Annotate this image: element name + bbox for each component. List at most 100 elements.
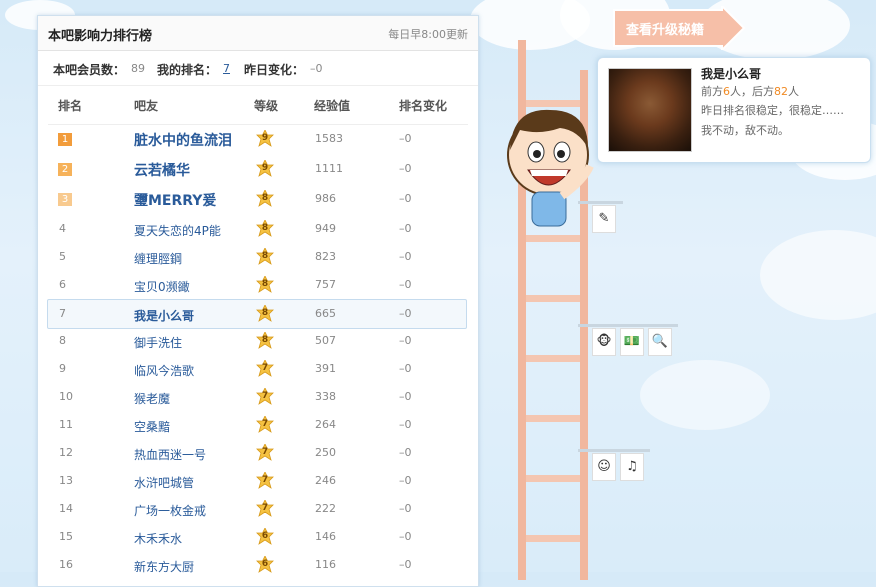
member-name-link[interactable]: 空桑黯	[134, 418, 170, 435]
table-row: 15 木禾禾水 6 146 –0	[48, 523, 466, 551]
xp-value: 507	[315, 334, 336, 347]
smiley-icon[interactable]: ☺	[592, 453, 616, 481]
member-name-link[interactable]: 缠理脛鋼	[134, 250, 182, 267]
user-avatar[interactable]	[608, 68, 692, 152]
brush-icon[interactable]: ✎	[592, 205, 616, 233]
shelf	[578, 324, 678, 327]
table-row: 13 水浒吧城管 7 246 –0	[48, 467, 466, 495]
member-name-link[interactable]: 广场一枚金戒	[134, 502, 206, 519]
member-name-link[interactable]: 水浒吧城管	[134, 474, 194, 491]
table-row: 10 猴老魔 7 338 –0	[48, 383, 466, 411]
member-name-link[interactable]: 瓕MERRY爰	[134, 190, 216, 210]
rank-change: –0	[399, 132, 412, 145]
table-row: 12 热血西迷一号 7 250 –0	[48, 439, 466, 467]
rank-status-line: 昨日排名很稳定，很稳定……	[701, 104, 844, 117]
member-name-link[interactable]: 脏水中的鱼流泪	[134, 130, 232, 150]
level-badge: 8	[256, 220, 274, 238]
member-name-link[interactable]: 云若橘华	[134, 160, 190, 180]
member-name-link[interactable]: 热血西迷一号	[134, 446, 206, 463]
rank-number: 15	[59, 530, 73, 543]
xp-value: 246	[315, 474, 336, 487]
table-header: 排名 吧友 等级 经验值 排名变化	[48, 86, 468, 125]
rank-number: 6	[59, 278, 66, 291]
table-row: 5 缠理脛鋼 8 823 –0	[48, 243, 466, 271]
magnifier-icon[interactable]: 🔍	[648, 328, 672, 356]
profile-username[interactable]: 我是小么哥	[701, 65, 761, 82]
member-name-link[interactable]: 夏天失恋的4P能	[134, 222, 221, 239]
money-icon[interactable]: 💵	[620, 328, 644, 356]
member-name-link[interactable]: 猴老魔	[134, 390, 170, 407]
level-badge: 7	[256, 444, 274, 462]
rank-badge: 1	[58, 133, 72, 146]
rank-change: –0	[399, 530, 412, 543]
level-number: 7	[261, 503, 269, 513]
level-badge: 7	[256, 360, 274, 378]
level-number: 9	[261, 163, 269, 173]
rank-change: –0	[399, 390, 412, 403]
rank-motto-line: 我不动，敌不动。	[701, 124, 789, 137]
col-rank: 排名	[58, 99, 83, 113]
my-rank-link[interactable]: 7	[223, 62, 230, 75]
people-unit: 人	[730, 85, 741, 98]
my-rank-label: 我的排名：	[157, 63, 218, 77]
rank-change: –0	[399, 250, 412, 263]
table-row: 16 新东方大厨 6 116 –0	[48, 551, 466, 579]
level-badge: 8	[256, 305, 274, 323]
table-row: 8 御手洗住 8 507 –0	[48, 327, 466, 355]
back-label: ，后方	[741, 85, 774, 98]
ranking-panel: 本吧影响力排行榜 每日早8:00更新 本吧会员数： 89 我的排名： 7 昨日变…	[37, 15, 479, 587]
stats-bar: 本吧会员数： 89 我的排名： 7 昨日变化： –0	[38, 51, 478, 86]
level-badge: 7	[256, 500, 274, 518]
music-note-icon[interactable]: ♫	[620, 453, 644, 481]
member-name-link[interactable]: 宝贝0濒豃	[134, 278, 190, 295]
rank-change: –0	[399, 446, 412, 459]
rank-badge: 2	[58, 163, 72, 176]
upgrade-guide-button[interactable]: 查看升级秘籍	[612, 3, 746, 53]
member-name-link[interactable]: 新东方大厨	[134, 558, 194, 575]
table-row: 4 夏天失恋的4P能 8 949 –0	[48, 215, 466, 243]
rank-change: –0	[399, 162, 412, 175]
update-note: 每日早8:00更新	[388, 28, 468, 41]
xp-value: 391	[315, 362, 336, 375]
xp-value: 1111	[315, 162, 343, 175]
rank-number: 10	[59, 390, 73, 403]
level-number: 8	[261, 223, 269, 233]
level-number: 8	[261, 279, 269, 289]
front-count: 6	[723, 85, 730, 98]
level-number: 7	[261, 419, 269, 429]
panel-title: 本吧影响力排行榜	[48, 29, 153, 44]
rank-change: –0	[399, 502, 412, 515]
members-label: 本吧会员数：	[53, 63, 126, 77]
monkey-icon[interactable]: 🐵	[592, 328, 616, 356]
level-badge: 8	[256, 332, 274, 350]
xp-value: 823	[315, 250, 336, 263]
table-row: 9 临风今浩歌 7 391 –0	[48, 355, 466, 383]
profile-card: 我是小么哥 前方6人，后方82人 昨日排名很稳定，很稳定…… 我不动，敌不动。	[597, 57, 871, 163]
front-label: 前方	[701, 85, 723, 98]
level-badge: 6	[256, 556, 274, 574]
level-badge: 8	[256, 276, 274, 294]
rank-badge: 3	[58, 193, 72, 206]
rank-number: 9	[59, 362, 66, 375]
xp-value: 250	[315, 446, 336, 459]
change-value: –0	[310, 62, 323, 75]
rank-change: –0	[399, 418, 412, 431]
member-name-link[interactable]: 木禾禾水	[134, 530, 182, 547]
rank-change: –0	[399, 307, 412, 320]
rank-number: 4	[59, 222, 66, 235]
level-badge: 8	[256, 248, 274, 266]
col-level: 等级	[254, 99, 279, 113]
col-member: 吧友	[134, 99, 159, 113]
rank-number: 5	[59, 250, 66, 263]
member-name-link[interactable]: 御手洗住	[134, 334, 182, 351]
rank-number: 16	[59, 558, 73, 571]
level-badge: 9	[256, 130, 274, 148]
member-name-link[interactable]: 我是小么哥	[134, 307, 194, 324]
xp-value: 116	[315, 558, 336, 571]
rank-number: 11	[59, 418, 73, 431]
rank-change: –0	[399, 334, 412, 347]
level-badge: 9	[256, 160, 274, 178]
member-name-link[interactable]: 临风今浩歌	[134, 362, 194, 379]
back-count: 82	[774, 85, 788, 98]
level-number: 8	[261, 335, 269, 345]
